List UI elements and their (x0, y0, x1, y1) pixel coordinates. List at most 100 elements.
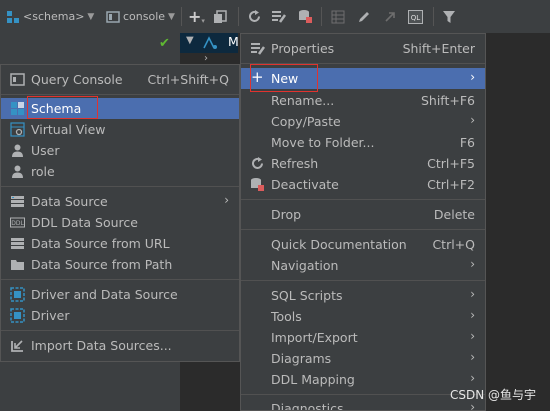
console-icon (106, 10, 120, 23)
toolbar: <schema> ▼ console ▼ + ▾ QL (0, 0, 550, 34)
submenu-item-role[interactable]: role (1, 161, 239, 182)
properties-icon (251, 43, 265, 55)
properties-button[interactable] (271, 0, 287, 33)
menu-item-label: Move to Folder... (271, 135, 375, 150)
chevron-down-icon: ▼ (87, 11, 95, 22)
menu-divider (241, 63, 485, 64)
submenu-item-driver-and-data-source[interactable]: Driver and Data Source (1, 284, 239, 305)
filter-button[interactable] (442, 0, 456, 33)
menu-item-label: Navigation (271, 258, 339, 273)
submenu-item-data-source-path[interactable]: Data Source from Path (1, 254, 239, 275)
menu-item-label: Diagnostics (271, 401, 344, 411)
menu-item-shortcut: Shift+F6 (420, 93, 475, 108)
menu-item-new[interactable]: + New › (241, 68, 485, 89)
menu-item-tools[interactable]: Tools › (241, 306, 485, 327)
copy-button[interactable] (213, 0, 227, 33)
query-console-icon (10, 73, 25, 86)
menu-item-shortcut: Ctrl+Q (432, 237, 475, 252)
driver-and-data-source-icon (10, 287, 25, 302)
chevron-right-icon: › (470, 371, 475, 385)
menu-item-deactivate[interactable]: Deactivate Ctrl+F2 (241, 174, 485, 195)
table-button[interactable] (331, 0, 345, 33)
tree-row-selected[interactable]: ▼ M (180, 33, 239, 53)
menu-item-properties[interactable]: Properties Shift+Enter (241, 38, 485, 59)
data-source-icon (11, 196, 24, 207)
submenu-item-import-data-sources[interactable]: Import Data Sources... (1, 335, 239, 356)
menu-divider (241, 394, 485, 395)
submenu-item-label: User (31, 143, 60, 158)
submenu-item-label: Driver (31, 308, 70, 323)
context-menu: Properties Shift+Enter + New › Rename...… (240, 33, 486, 411)
submenu-item-data-source[interactable]: Data Source › (1, 191, 239, 212)
schema-selector[interactable]: <schema> ▼ (6, 0, 94, 33)
menu-item-label: Diagrams (271, 351, 332, 366)
submenu-item-virtual-view[interactable]: Virtual View (1, 119, 239, 140)
console-selector[interactable]: console ▼ (106, 0, 175, 33)
role-icon (12, 165, 23, 178)
menu-item-diagnostics[interactable]: Diagnostics › (241, 398, 485, 411)
menu-item-label: Drop (271, 207, 302, 222)
menu-divider (241, 280, 485, 281)
chevron-right-icon: › (470, 257, 475, 271)
chevron-right-icon: › (470, 308, 475, 322)
menu-item-sql-scripts[interactable]: SQL Scripts › (241, 285, 485, 306)
menu-item-shortcut: Ctrl+F5 (427, 156, 475, 171)
refresh-icon (252, 157, 263, 169)
menu-item-diagrams[interactable]: Diagrams › (241, 348, 485, 369)
menu-item-label: Refresh (271, 156, 319, 171)
menu-item-copy-paste[interactable]: Copy/Paste › (241, 111, 485, 132)
menu-divider (1, 330, 239, 331)
menu-item-navigation[interactable]: Navigation › (241, 255, 485, 276)
submenu-item-driver[interactable]: Driver (1, 305, 239, 326)
tree-root-label: M (228, 34, 239, 49)
submenu-item-query-console[interactable]: Query Console Ctrl+Shift+Q (1, 69, 239, 90)
submenu-item-ddl-data-source[interactable]: DDL DDL Data Source (1, 212, 239, 233)
chevron-right-icon: › (470, 350, 475, 364)
chevron-down-icon: ▾ (201, 16, 205, 25)
menu-item-label: Quick Documentation (271, 237, 407, 252)
submenu-item-label: Virtual View (31, 122, 106, 137)
refresh-button[interactable] (247, 0, 262, 33)
toolbar-divider (238, 7, 239, 26)
menu-item-import-export[interactable]: Import/Export › (241, 327, 485, 348)
jump-button[interactable] (383, 0, 397, 33)
chevron-right-icon: › (470, 287, 475, 301)
menu-item-drop[interactable]: Drop Delete (241, 204, 485, 225)
add-button[interactable]: + ▾ (188, 0, 205, 33)
collapse-arrow-icon: ▼ (186, 35, 194, 46)
menu-item-move-to-folder[interactable]: Move to Folder... F6 (241, 132, 485, 153)
edit-button[interactable] (357, 0, 371, 33)
check-icon: ✔ (159, 36, 170, 51)
folder-icon (11, 260, 24, 270)
filter-icon (443, 10, 455, 23)
virtual-view-icon (10, 122, 25, 137)
submenu-item-label: Query Console (31, 72, 123, 87)
menu-item-label: Deactivate (271, 177, 339, 192)
menu-item-rename[interactable]: Rename... Shift+F6 (241, 90, 485, 111)
driver-icon (10, 308, 25, 323)
menu-divider (241, 229, 485, 230)
submenu-item-label: Schema (31, 101, 82, 116)
menu-item-refresh[interactable]: Refresh Ctrl+F5 (241, 153, 485, 174)
query-button[interactable]: QL (408, 0, 423, 33)
ql-icon: QL (408, 9, 423, 24)
menu-item-label: DDL Mapping (271, 372, 355, 387)
menu-divider (1, 94, 239, 95)
menu-item-ddl-mapping[interactable]: DDL Mapping › (241, 369, 485, 390)
submenu-item-user[interactable]: User (1, 140, 239, 161)
toolbar-divider (433, 7, 434, 26)
deactivate-button[interactable] (298, 0, 313, 33)
submenu-item-label: Data Source (31, 194, 108, 209)
menu-item-quick-documentation[interactable]: Quick Documentation Ctrl+Q (241, 234, 485, 255)
chevron-right-icon: › (470, 329, 475, 343)
submenu-item-data-source-url[interactable]: Data Source from URL (1, 233, 239, 254)
svg-text:DDL: DDL (11, 220, 24, 227)
refresh-icon (249, 10, 260, 22)
menu-item-shortcut: Delete (433, 207, 475, 222)
database-icon (203, 36, 217, 49)
properties-icon (272, 11, 287, 23)
submenu-item-schema[interactable]: Schema (1, 98, 239, 119)
chevron-right-icon: › (470, 70, 475, 84)
expand-arrow-icon: › (204, 53, 208, 64)
toolbar-divider (181, 7, 182, 26)
